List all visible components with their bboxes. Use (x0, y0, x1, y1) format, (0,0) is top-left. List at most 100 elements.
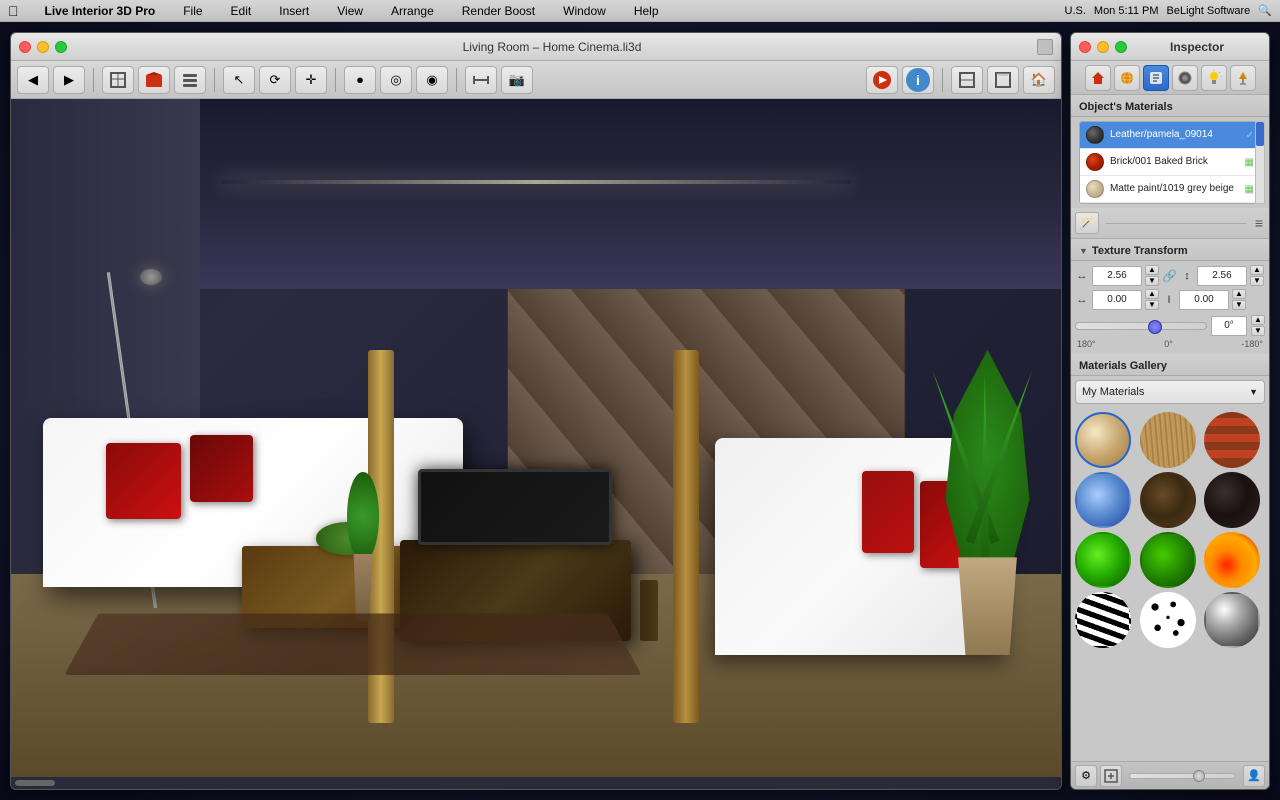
inspector-person-button[interactable]: 👤 (1243, 765, 1265, 787)
back-button[interactable]: ◀ (17, 66, 49, 94)
select-tool[interactable]: ↖ (223, 66, 255, 94)
inspector-lamp-tool[interactable] (1230, 65, 1256, 91)
scrollbar-thumb[interactable] (15, 780, 55, 786)
swatch-zebra[interactable] (1075, 592, 1131, 648)
inspector-size-slider-thumb[interactable] (1193, 770, 1205, 782)
menu-edit[interactable]: Edit (225, 3, 258, 19)
inspector-texture-tool[interactable] (1172, 65, 1198, 91)
apple-logo-icon[interactable]:  (8, 3, 19, 19)
search-icon[interactable]: 🔍 (1258, 4, 1272, 17)
minimize-button[interactable] (37, 41, 49, 53)
collapse-icon[interactable]: ▼ (1079, 246, 1088, 256)
width-input[interactable] (1092, 266, 1142, 286)
inspector-material-tool[interactable] (1143, 65, 1169, 91)
floorplan-button[interactable] (102, 66, 134, 94)
menu-insert[interactable]: Insert (273, 3, 315, 19)
offset-y-decrement[interactable]: ▼ (1232, 300, 1246, 310)
wand-button[interactable]: 🪄 (1075, 212, 1099, 234)
link-icon[interactable]: 🔗 (1162, 269, 1177, 283)
swatch-beige[interactable] (1075, 412, 1131, 468)
offset-y-increment[interactable]: ▲ (1232, 289, 1246, 299)
materials-gallery-label: Materials Gallery (1079, 360, 1167, 372)
width-stepper: ▲ ▼ (1145, 265, 1159, 286)
rotation-slider-track[interactable] (1075, 322, 1207, 330)
dimension-tool[interactable] (465, 66, 497, 94)
horizontal-scrollbar[interactable] (11, 777, 1061, 789)
menu-file[interactable]: File (177, 3, 208, 19)
app-name[interactable]: Live Interior 3D Pro (39, 3, 162, 19)
width-decrement[interactable]: ▼ (1145, 276, 1159, 286)
rotation-slider-thumb[interactable] (1148, 320, 1162, 334)
offset-x-input[interactable] (1092, 290, 1142, 310)
info-button[interactable]: i (902, 66, 934, 94)
offset-y-input[interactable] (1179, 290, 1229, 310)
swatch-water[interactable] (1075, 472, 1131, 528)
menubar-right: U.S. Mon 5:11 PM BeLight Software 🔍 (1065, 4, 1273, 17)
material-label-paint: Matte paint/1019 grey beige (1110, 183, 1239, 195)
menu-render-boost[interactable]: Render Boost (456, 3, 541, 19)
rotation-input[interactable] (1211, 316, 1247, 336)
swatch-very-dark[interactable] (1204, 472, 1260, 528)
swatch-wood-light[interactable] (1140, 412, 1196, 468)
menu-view[interactable]: View (331, 3, 369, 19)
height-increment[interactable]: ▲ (1250, 265, 1264, 275)
forward-button[interactable]: ▶ (53, 66, 85, 94)
objects-materials-label: Object's Materials (1079, 101, 1173, 113)
texture-section: ↔ ▲ ▼ 🔗 ↕ ▲ ▼ ↔ (1071, 261, 1269, 354)
move-tool[interactable]: ✛ (295, 66, 327, 94)
render-button[interactable] (866, 66, 898, 94)
inspector-minimize-button[interactable] (1097, 41, 1109, 53)
rotate-tool[interactable]: ⟳ (259, 66, 291, 94)
inspector-sphere-tool[interactable] (1114, 65, 1140, 91)
rug (64, 613, 642, 675)
inspector-close-button[interactable] (1079, 41, 1091, 53)
rotation-increment[interactable]: ▲ (1251, 315, 1265, 325)
material-item-leather[interactable]: Leather/pamela_09014 ✓ (1080, 122, 1260, 149)
area-light-tool[interactable]: ◉ (416, 66, 448, 94)
person-icon: 👤 (1247, 769, 1261, 782)
scene-area[interactable] (11, 99, 1061, 777)
more-options-button[interactable]: ≡ (1253, 213, 1265, 233)
small-plant (337, 472, 390, 621)
swatch-spots[interactable] (1140, 592, 1196, 648)
menu-help[interactable]: Help (628, 3, 665, 19)
toolbar-separator-3 (335, 68, 336, 92)
swatch-fire[interactable] (1204, 532, 1260, 588)
swatch-chrome[interactable] (1204, 592, 1260, 648)
resize-button[interactable] (1037, 39, 1053, 55)
materials-scroll-thumb[interactable] (1256, 122, 1264, 146)
inspector-house-tool[interactable] (1085, 65, 1111, 91)
maximize-button[interactable] (55, 41, 67, 53)
inspector-gear-button[interactable]: ⚙ (1075, 765, 1097, 787)
list-view-button[interactable] (174, 66, 206, 94)
material-item-paint[interactable]: Matte paint/1019 grey beige ▦ (1080, 176, 1260, 203)
home-view-button[interactable]: 🏠 (1023, 66, 1055, 94)
inspector-light-tool[interactable] (1201, 65, 1227, 91)
swatch-brick-material[interactable] (1204, 412, 1260, 468)
inspector-maximize-button[interactable] (1115, 41, 1127, 53)
swatch-green-mid[interactable] (1140, 532, 1196, 588)
offset-x-increment[interactable]: ▲ (1145, 289, 1159, 299)
inspector-import-button[interactable] (1100, 765, 1122, 787)
width-increment[interactable]: ▲ (1145, 265, 1159, 275)
swatch-green-bright[interactable] (1075, 532, 1131, 588)
room-view-button[interactable] (138, 66, 170, 94)
swatch-dark-wood[interactable] (1140, 472, 1196, 528)
materials-scrollbar[interactable] (1255, 121, 1265, 204)
offset-x-decrement[interactable]: ▼ (1145, 300, 1159, 310)
material-swatch-brick (1086, 153, 1104, 171)
inspector-size-slider[interactable] (1129, 773, 1236, 779)
menu-arrange[interactable]: Arrange (385, 3, 440, 19)
point-light-tool[interactable]: ● (344, 66, 376, 94)
camera-tool[interactable]: 📷 (501, 66, 533, 94)
height-input[interactable] (1197, 266, 1247, 286)
gallery-dropdown[interactable]: My Materials ▼ (1075, 380, 1265, 404)
perspective-view-button[interactable] (987, 66, 1019, 94)
height-decrement[interactable]: ▼ (1250, 276, 1264, 286)
material-item-brick[interactable]: Brick/001 Baked Brick ▦ (1080, 149, 1260, 176)
ortho-view-button[interactable] (951, 66, 983, 94)
menu-window[interactable]: Window (557, 3, 612, 19)
close-button[interactable] (19, 41, 31, 53)
rotation-decrement[interactable]: ▼ (1251, 326, 1265, 336)
spot-light-tool[interactable]: ◎ (380, 66, 412, 94)
